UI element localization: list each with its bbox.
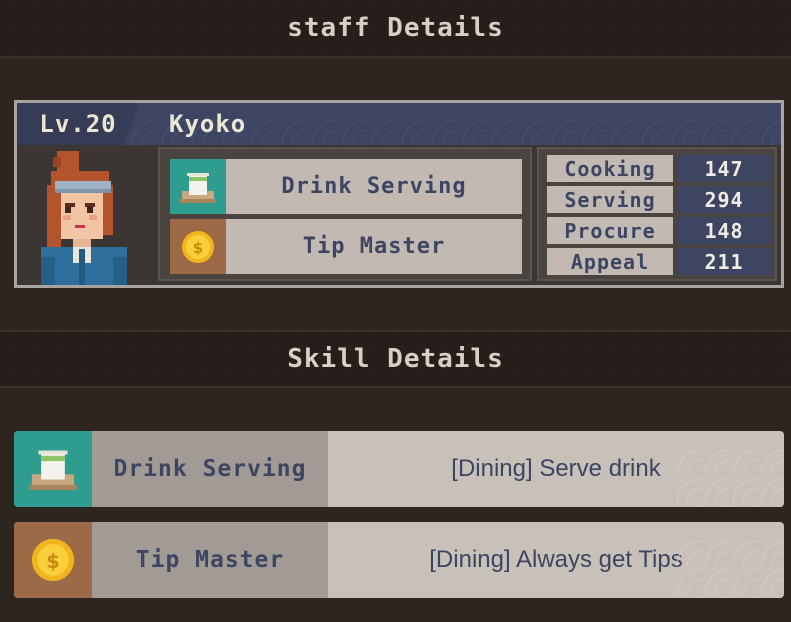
staff-details-header: staff Details	[0, 0, 791, 58]
svg-text:$: $	[193, 239, 203, 257]
stat-label: Procure	[547, 217, 673, 244]
tea-cup-icon	[170, 159, 226, 214]
skill-detail-tip-master[interactable]: $ Tip Master [Dining] Always get Tips	[14, 522, 784, 598]
staff-skill-label: Tip Master	[302, 234, 446, 259]
staff-details-title: staff Details	[287, 13, 504, 43]
stat-value: 211	[677, 248, 771, 275]
stat-label: Appeal	[547, 248, 673, 275]
wave-pattern	[674, 538, 784, 598]
stat-label: Serving	[547, 186, 673, 213]
skill-detail-name: Tip Master	[92, 522, 328, 598]
staff-skill-tip-master[interactable]: $ Tip Master	[170, 219, 522, 274]
svg-text:$: $	[46, 550, 60, 573]
gold-coin-icon: $	[170, 219, 226, 274]
skill-detail-description: [Dining] Always get Tips	[429, 546, 683, 573]
stat-appeal: Appeal 211	[547, 248, 771, 275]
gold-coin-icon: $	[14, 522, 92, 598]
wave-pattern	[674, 447, 784, 507]
staff-name: Kyoko	[169, 110, 247, 138]
staff-skill-drink-serving[interactable]: Drink Serving	[170, 159, 522, 214]
skill-detail-name: Drink Serving	[92, 431, 328, 507]
skill-detail-description-cell: [Dining] Serve drink	[328, 431, 784, 507]
stat-value: 147	[677, 155, 771, 182]
staff-portrait	[17, 145, 155, 285]
skill-detail-drink-serving[interactable]: Drink Serving [Dining] Serve drink	[14, 431, 784, 507]
staff-skills-panel: Drink Serving $ Tip Master	[158, 147, 532, 281]
stat-serving: Serving 294	[547, 186, 771, 213]
skill-detail-description: [Dining] Serve drink	[451, 455, 661, 482]
skill-details-header: Skill Details	[0, 330, 791, 388]
tea-cup-icon	[14, 431, 92, 507]
staff-card-header: Lv.20 Kyoko	[17, 103, 781, 145]
stat-procure: Procure 148	[547, 217, 771, 244]
skill-detail-description-cell: [Dining] Always get Tips	[328, 522, 784, 598]
stat-cooking: Cooking 147	[547, 155, 771, 182]
staff-avatar-icon	[41, 151, 127, 285]
skill-details-title: Skill Details	[287, 344, 504, 374]
staff-level: Lv.20	[17, 103, 139, 145]
stat-value: 294	[677, 186, 771, 213]
staff-skill-label: Drink Serving	[281, 174, 467, 199]
stat-label: Cooking	[547, 155, 673, 182]
staff-stats-panel: Cooking 147 Serving 294 Procure 148 Appe…	[537, 147, 777, 281]
staff-card: Lv.20 Kyoko Drink Serving $ Tip Master C…	[14, 100, 784, 288]
stat-value: 148	[677, 217, 771, 244]
